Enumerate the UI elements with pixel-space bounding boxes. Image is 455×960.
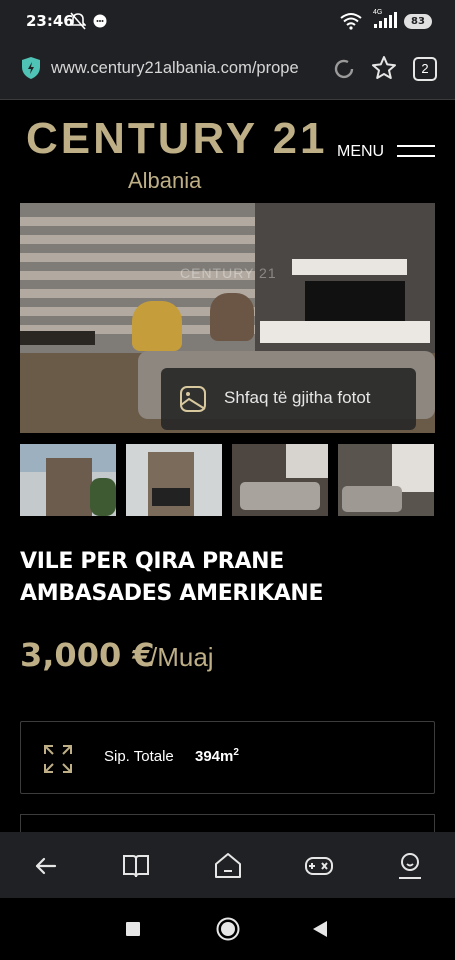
thumbnail-exterior-front[interactable] <box>20 444 116 516</box>
photo-yellow-chair <box>132 301 182 351</box>
home-icon[interactable] <box>213 851 243 881</box>
thumbnail-exterior-side[interactable] <box>126 444 222 516</box>
game-icon[interactable] <box>304 851 334 881</box>
century21-logo[interactable]: CENTURY 21 . Albania <box>24 114 324 198</box>
thumbnail-living-room-stairs[interactable] <box>338 444 434 516</box>
menu-label: MENU <box>337 143 385 160</box>
url-field[interactable]: www.century21albania.com/prope <box>51 59 319 78</box>
shield-icon[interactable] <box>20 56 42 80</box>
listing-price: 3,000 € <box>20 636 155 674</box>
thumbnail-living-room[interactable] <box>232 444 328 516</box>
profile-icon[interactable] <box>395 851 425 881</box>
spec-total-area: Sip. Totale 394m2 <box>20 721 435 794</box>
show-all-photos-button[interactable]: Shfaq të gjitha fotot <box>161 368 416 430</box>
wifi-icon <box>340 13 362 30</box>
status-bar: 23:46 4G 83 <box>0 0 455 44</box>
blind-slat <box>20 217 260 226</box>
photo-cabinet <box>260 321 430 343</box>
photo-shelf <box>292 259 407 275</box>
tabs-icon[interactable]: 2 <box>413 57 437 81</box>
hero-photo[interactable]: CENTURY 21 Shfaq të gjitha fotot <box>20 203 435 433</box>
browser-bottom-toolbar <box>0 832 455 898</box>
spec-label: Sip. Totale <box>104 748 174 765</box>
gallery-icon <box>180 386 206 412</box>
back-triangle-icon[interactable] <box>307 916 333 942</box>
browser-address-bar: www.century21albania.com/prope 2 <box>0 44 455 100</box>
book-icon[interactable] <box>121 851 151 881</box>
menu-button[interactable]: MENU <box>337 141 437 165</box>
blind-slat <box>20 235 260 244</box>
battery-icon: 83 <box>404 14 432 29</box>
status-time: 23:46 <box>26 12 74 30</box>
bell-off-icon <box>70 12 86 30</box>
system-nav-bar <box>0 898 455 960</box>
blind-slat <box>20 253 260 262</box>
photo-table <box>20 331 95 345</box>
price-unit: /Muaj <box>150 642 214 672</box>
spec-value: 394m2 <box>195 747 239 765</box>
hamburger-icon <box>397 145 435 159</box>
logo-trademark: . <box>312 144 315 153</box>
star-icon[interactable] <box>371 55 397 81</box>
show-all-photos-label: Shfaq të gjitha fotot <box>224 388 371 407</box>
back-icon[interactable] <box>31 851 61 881</box>
recents-icon[interactable] <box>120 916 146 942</box>
thumbnail-strip <box>20 444 435 516</box>
photo-brown-chair <box>210 293 254 341</box>
listing-title: VILE PER QIRA PRANE AMBASADES AMERIKANE <box>20 549 324 606</box>
logo-brand-text: CENTURY 21 <box>26 114 328 163</box>
signal-icon <box>374 12 397 28</box>
chat-icon <box>93 14 107 28</box>
expand-icon <box>44 745 72 773</box>
photo-watermark: CENTURY 21 <box>180 265 277 281</box>
home-circle-icon[interactable] <box>215 916 241 942</box>
reload-icon[interactable] <box>332 57 356 81</box>
logo-region-text: Albania <box>128 168 202 193</box>
